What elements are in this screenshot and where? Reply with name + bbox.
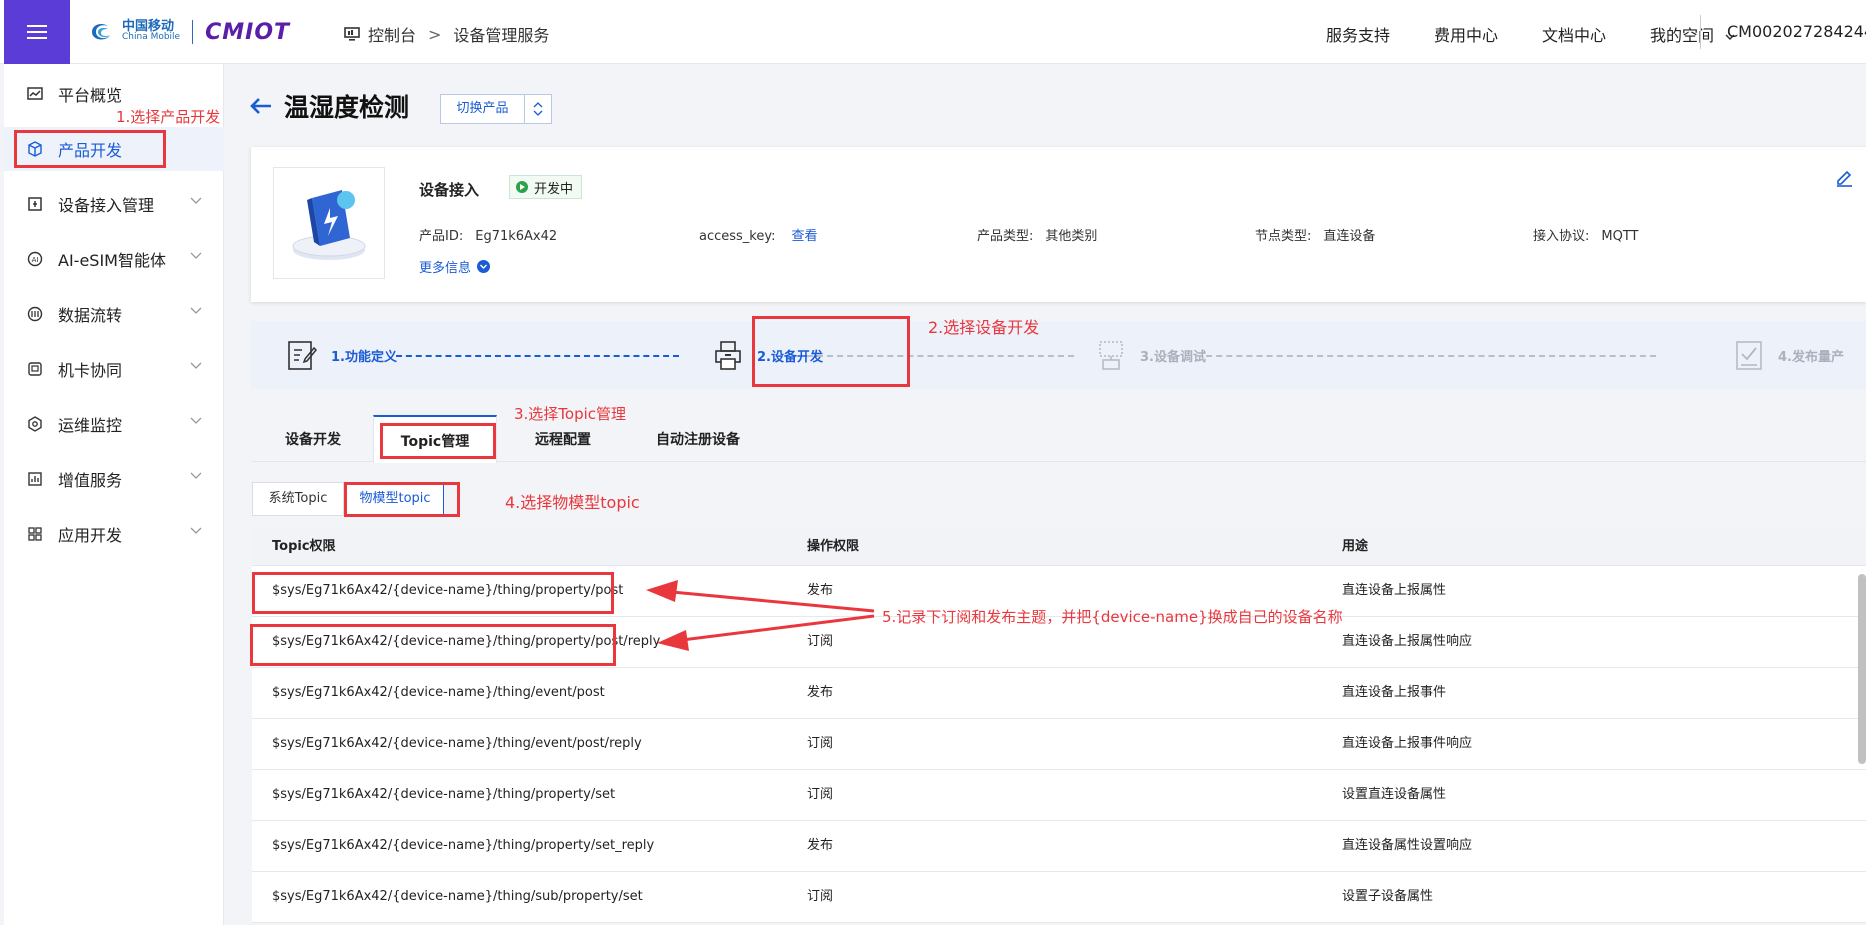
annotation-note-5: 5.记录下订阅和发布主题，并把{device-name}换成自己的设备名称 — [882, 608, 1343, 626]
annotation-arrows — [646, 580, 875, 651]
arrow-head-icon — [646, 580, 678, 602]
arrow-head-icon — [657, 630, 689, 651]
